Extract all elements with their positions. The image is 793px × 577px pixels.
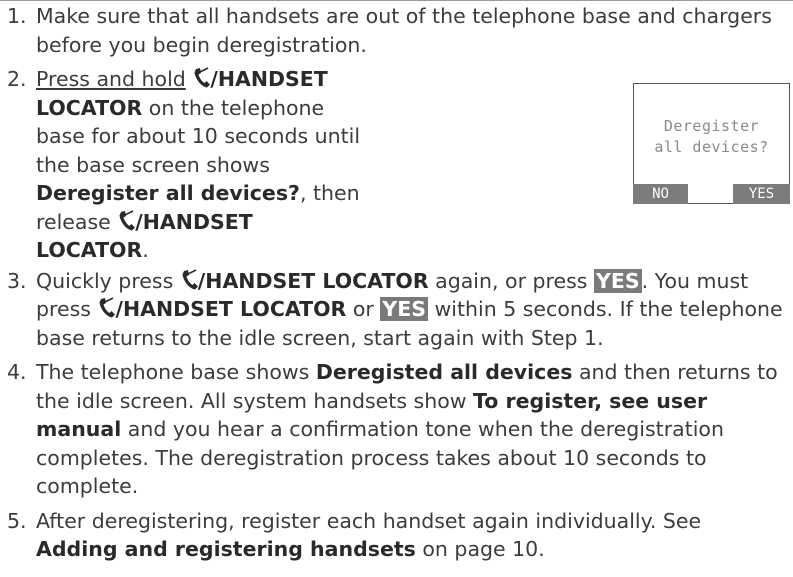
top-rule [0,0,793,1]
phone-handset-icon [97,297,116,319]
step-1: 1. Make sure that all handsets are out o… [0,2,793,59]
phone-handset-icon [117,209,136,232]
handset-locator-key: /HANDSET LOCATOR [197,268,429,293]
phone-handset-icon [180,268,198,291]
step-number: 1. [7,4,27,28]
step-number: 2. [7,67,27,91]
screen-message: Deregisted all devices [315,360,573,384]
softkey-no: NO [633,184,688,204]
step-text: Make sure that all handsets are out of t… [36,4,772,57]
yes-softkey-label: YES [380,297,428,321]
display-line: Deregister [663,117,760,135]
step-number: 3. [7,268,27,293]
step-number: 5. [7,508,27,533]
step-4: 4. The telephone base shows Deregisted a… [0,358,793,501]
press-and-hold-text: Press and hold [36,67,186,91]
step-text: After deregistering, register each hands… [36,508,702,533]
step-text: . [142,238,149,262]
yes-softkey-label: YES [594,268,642,293]
step-text: or [346,297,381,321]
step-number: 4. [7,360,27,384]
step-5: 5. After deregistering, register each ha… [0,507,793,564]
step-text: again, or press [428,268,594,293]
handset-locator-key: /HANDSET LOCATOR [115,297,347,321]
display-message: Deregister all devices? [634,116,789,158]
step-2: 2. Press and hold /HANDSET LOCATOR on th… [0,65,370,265]
display-line: all devices? [654,138,769,156]
softkey-yes: YES [733,184,790,204]
step-text: and you hear a confirmation tone when th… [36,417,724,498]
step-text: on page 10. [415,537,545,561]
step-text: The telephone base shows [36,360,316,384]
base-screen-display: Deregister all devices? NO YES [633,83,790,204]
screen-message: Deregister all devices? [36,181,300,205]
step-text: Quickly press [36,268,180,293]
section-reference: Adding and registering handsets [36,537,416,561]
step-3: 3. Quickly press /HANDSET LOCATOR again,… [0,267,793,353]
phone-handset-icon [192,67,211,89]
